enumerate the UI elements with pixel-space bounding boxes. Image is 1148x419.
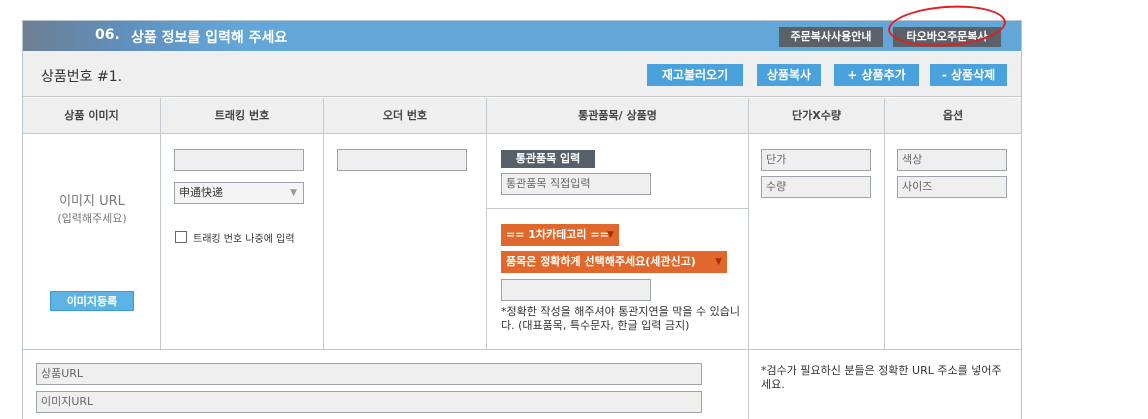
dropdown-arrow-icon: ▼: [290, 188, 297, 198]
product-url-input[interactable]: 상품URL: [36, 363, 702, 385]
quantity-input[interactable]: 수량: [761, 176, 871, 198]
delete-product-button[interactable]: - 상품삭제: [930, 64, 1007, 86]
col-header-order: 오더 번호: [324, 98, 487, 134]
unit-price-input[interactable]: 단가: [761, 149, 871, 171]
url-note: *검수가 필요하신 분들은 정확한 URL 주소를 넣어주세요.: [761, 364, 1002, 391]
image-url-label: 이미지 URL: [59, 194, 125, 209]
section-number: 06.: [95, 27, 120, 43]
customs-note: *정확한 작성을 해주셔야 통관지연을 막을 수 있습니다. (대표품목, 특수…: [501, 305, 740, 332]
product-input-row: 이미지 URL (입력해주세요) 이미지등록 申通快递 ▼ 트래킹 번호 나중에…: [23, 134, 1021, 350]
section-title-bar: 06. 상품 정보를 입력해 주세요 주문복사사용안내 타오바오주문복사: [23, 21, 1021, 51]
col-header-customs: 통관품목/ 상품명: [487, 98, 749, 134]
tracking-cell: 申通快递 ▼ 트래킹 번호 나중에 입력: [161, 134, 324, 350]
customs-divider: [487, 208, 748, 209]
url-row: 상품URL 이미지URL *검수가 필요하신 분들은 정확한 URL 주소를 넣…: [23, 350, 1021, 419]
col-header-options: 옵션: [942, 109, 964, 122]
product-number-label: 상품번호 #1.: [41, 69, 123, 85]
image-url-input[interactable]: 이미지URL: [36, 391, 702, 413]
customs-input-tag: 통관품목 입력: [501, 150, 595, 168]
product-number-row: 상품번호 #1. 재고불러오기 상품복사 + 상품추가 - 상품삭제: [23, 51, 1021, 97]
size-input[interactable]: 사이즈: [897, 176, 1007, 198]
image-cell: 이미지 URL (입력해주세요) 이미지등록: [23, 134, 161, 350]
col-header-image: 상품 이미지: [23, 98, 161, 134]
url-inputs-cell: 상품URL 이미지URL: [23, 350, 749, 419]
image-register-button[interactable]: 이미지등록: [50, 291, 134, 311]
load-stock-button[interactable]: 재고불러오기: [647, 64, 743, 86]
image-url-hint: (입력해주세요): [57, 212, 127, 225]
order-number-input[interactable]: [337, 149, 467, 171]
category-select[interactable]: == 1차카테고리 == ▼: [501, 224, 619, 246]
dropdown-arrow-icon: ▼: [715, 257, 722, 267]
section-title: 상품 정보를 입력해 주세요: [131, 30, 288, 46]
customs-direct-input[interactable]: 통관품목 직접입력: [501, 173, 651, 195]
col-header-tracking: 트래킹 번호: [161, 98, 324, 134]
tracking-number-input[interactable]: [174, 149, 304, 171]
item-select[interactable]: 품목은 정확하게 선택해주세요(세관신고) ▼: [501, 251, 727, 273]
item-name-input[interactable]: [501, 279, 651, 301]
category-select-value: == 1차카테고리 ==: [506, 228, 609, 241]
tracking-later-checkbox[interactable]: [175, 231, 187, 243]
order-copy-guide-button[interactable]: 주문복사사용안내: [779, 27, 883, 47]
item-select-value: 품목은 정확하게 선택해주세요(세관신고): [506, 255, 696, 268]
color-input[interactable]: 색상: [897, 149, 1007, 171]
column-header-row: 상품 이미지 트래킹 번호 오더 번호 통관품목/ 상품명 단가X수량 옵션: [23, 98, 1021, 134]
add-product-button[interactable]: + 상품추가: [834, 64, 919, 86]
dropdown-arrow-icon: ▼: [607, 230, 614, 240]
duplicate-product-button[interactable]: 상품복사: [757, 64, 821, 86]
options-cell: 색상 사이즈: [885, 134, 1021, 350]
carrier-select[interactable]: 申通快递 ▼: [174, 182, 304, 204]
tracking-later-label: 트래킹 번호 나중에 입력: [193, 234, 295, 245]
price-qty-cell: 단가 수량: [749, 134, 885, 350]
product-info-panel: 06. 상품 정보를 입력해 주세요 주문복사사용안내 타오바오주문복사 상품번…: [22, 20, 1022, 419]
customs-cell: 통관품목 입력 통관품목 직접입력 == 1차카테고리 == ▼ 품목은 정확하…: [487, 134, 749, 350]
order-cell: [324, 134, 487, 350]
col-header-price-qty: 단가X수량: [749, 98, 885, 134]
carrier-select-value: 申通快递: [179, 186, 223, 199]
